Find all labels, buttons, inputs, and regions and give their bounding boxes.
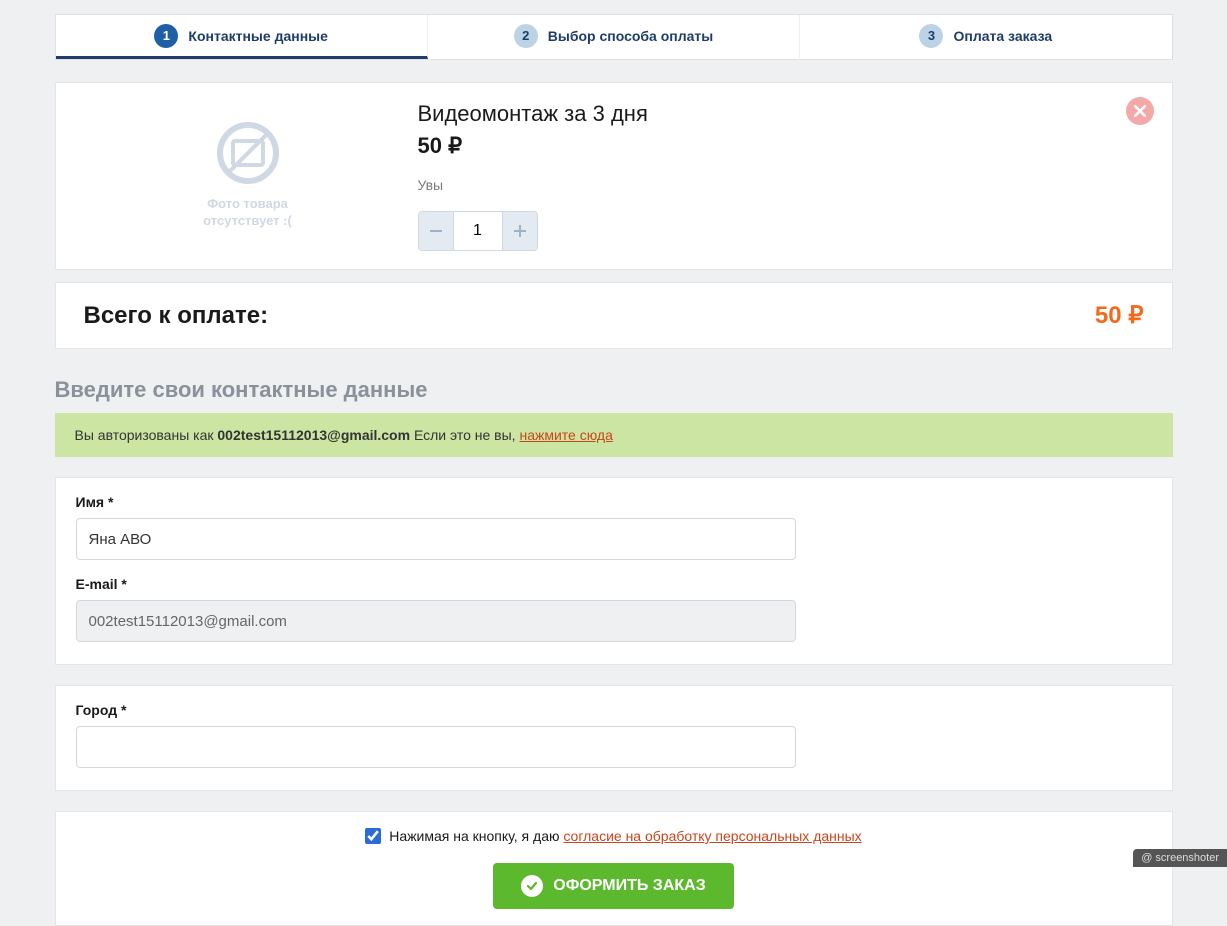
watermark: @ screenshoter bbox=[1133, 849, 1227, 867]
step-label: Выбор способа оплаты bbox=[548, 28, 713, 44]
product-price: 50 ₽ bbox=[418, 133, 1150, 159]
product-image-placeholder: Фото товара отсутствует :( bbox=[78, 101, 418, 251]
product-note: Увы bbox=[418, 177, 1150, 193]
product-card: Фото товара отсутствует :( Видеомонтаж з… bbox=[55, 82, 1173, 270]
step-3-confirm[interactable]: 3 Оплата заказа bbox=[800, 15, 1171, 59]
minus-icon bbox=[430, 230, 442, 232]
submit-label: ОФОРМИТЬ ЗАКАЗ bbox=[553, 877, 705, 895]
quantity-stepper bbox=[418, 211, 538, 251]
auth-banner: Вы авторизованы как 002test15112013@gmai… bbox=[55, 413, 1173, 457]
close-icon bbox=[1134, 105, 1146, 117]
email-input bbox=[76, 600, 796, 642]
step-2-payment[interactable]: 2 Выбор способа оплаты bbox=[428, 15, 800, 59]
step-1-contact[interactable]: 1 Контактные данные bbox=[56, 15, 428, 59]
step-label: Оплата заказа bbox=[953, 28, 1052, 44]
total-label: Всего к оплате: bbox=[84, 302, 269, 330]
consent-link[interactable]: согласие на обработку персональных данны… bbox=[563, 828, 861, 844]
city-form-card: Город * bbox=[55, 685, 1173, 791]
checkout-steps: 1 Контактные данные 2 Выбор способа опла… bbox=[55, 14, 1173, 60]
product-title: Видеомонтаж за 3 дня bbox=[418, 101, 1150, 127]
no-photo-text-line1: Фото товара bbox=[203, 196, 292, 213]
name-label: Имя * bbox=[76, 494, 1152, 510]
consent-text: Нажимая на кнопку, я даю bbox=[389, 828, 563, 844]
consent-checkbox[interactable] bbox=[365, 828, 381, 844]
quantity-input[interactable] bbox=[453, 212, 503, 250]
auth-suffix: Если это не вы, bbox=[410, 427, 519, 443]
quantity-increase-button[interactable] bbox=[503, 212, 537, 250]
name-input[interactable] bbox=[76, 518, 796, 560]
auth-email: 002test15112013@gmail.com bbox=[217, 427, 410, 443]
plus-icon bbox=[514, 225, 526, 237]
total-card: Всего к оплате: 50 ₽ bbox=[55, 282, 1173, 349]
city-input[interactable] bbox=[76, 726, 796, 768]
email-label: E-mail * bbox=[76, 576, 1152, 592]
contact-form-card: Имя * E-mail * bbox=[55, 477, 1173, 665]
step-number: 2 bbox=[514, 24, 538, 48]
remove-product-button[interactable] bbox=[1126, 97, 1154, 125]
consent-row[interactable]: Нажимая на кнопку, я даю согласие на обр… bbox=[365, 828, 861, 844]
contact-section-title: Введите свои контактные данные bbox=[55, 377, 1173, 403]
no-photo-icon bbox=[217, 122, 279, 184]
city-label: Город * bbox=[76, 702, 1152, 718]
step-number: 1 bbox=[154, 24, 178, 48]
quantity-decrease-button[interactable] bbox=[419, 212, 453, 250]
consent-card: Нажимая на кнопку, я даю согласие на обр… bbox=[55, 811, 1173, 926]
step-number: 3 bbox=[919, 24, 943, 48]
auth-logout-link[interactable]: нажмите сюда bbox=[519, 427, 612, 443]
total-value: 50 ₽ bbox=[1095, 301, 1144, 330]
no-photo-text-line2: отсутствует :( bbox=[203, 213, 292, 230]
submit-order-button[interactable]: ОФОРМИТЬ ЗАКАЗ bbox=[493, 863, 733, 909]
step-label: Контактные данные bbox=[188, 28, 327, 44]
check-icon bbox=[521, 875, 543, 897]
auth-prefix: Вы авторизованы как bbox=[75, 427, 218, 443]
